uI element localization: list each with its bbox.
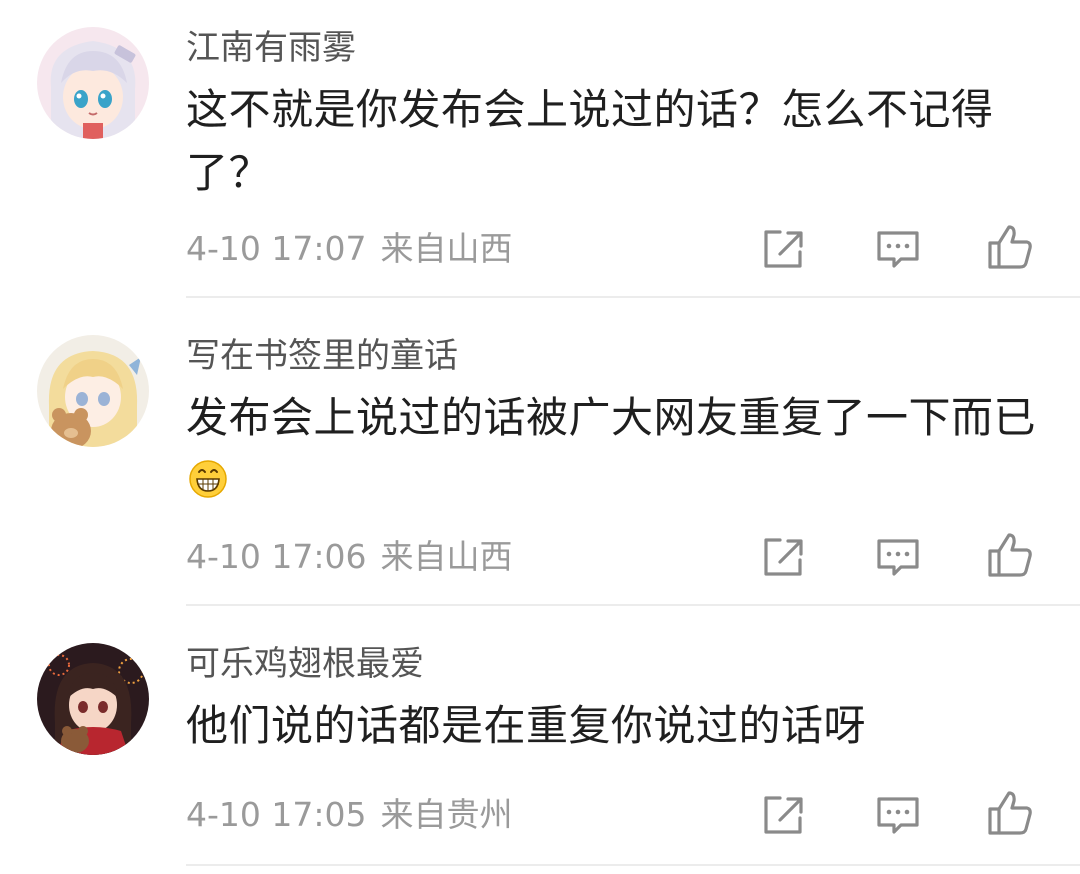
like-icon	[988, 225, 1032, 269]
anime-girl-avatar-icon	[37, 643, 149, 755]
like-button[interactable]	[985, 222, 1035, 272]
avatar[interactable]	[37, 335, 149, 447]
comment-time: 4-10 17:05	[186, 795, 367, 834]
anime-girl-avatar-icon	[37, 335, 149, 447]
comment-username[interactable]: 写在书签里的童话	[186, 336, 458, 376]
comment-item: 写在书签里的童话 发布会上说过的话被广大网友重复了一下而已 4-10 17:06…	[0, 298, 1080, 606]
comment-meta: 4-10 17:07 来自山西	[186, 229, 513, 269]
like-icon	[988, 791, 1032, 835]
comment-time: 4-10 17:07	[186, 229, 367, 268]
share-icon	[764, 538, 803, 576]
anime-girl-avatar-icon	[37, 27, 149, 139]
comment-meta: 4-10 17:05 来自贵州	[186, 795, 513, 835]
reply-icon	[877, 797, 919, 834]
share-icon	[764, 796, 803, 834]
avatar[interactable]	[37, 27, 149, 139]
comment-time: 4-10 17:06	[186, 537, 367, 576]
comment-divider	[186, 864, 1080, 866]
reply-button[interactable]	[873, 532, 923, 582]
like-icon	[988, 533, 1032, 577]
comment-text-content: 这不就是你发布会上说过的话？怎么不记得了？	[186, 85, 994, 197]
grinning-face-emoji-icon	[189, 460, 227, 498]
share-icon	[764, 230, 803, 268]
like-button[interactable]	[985, 788, 1035, 838]
comment-text: 发布会上说过的话被广大网友重复了一下而已	[186, 386, 1046, 512]
comment-username[interactable]: 江南有雨雾	[186, 28, 356, 68]
like-button[interactable]	[985, 530, 1035, 580]
reply-icon	[877, 539, 919, 576]
comment-username[interactable]: 可乐鸡翅根最爱	[186, 644, 424, 684]
comment-location: 来自山西	[380, 229, 513, 268]
reply-button[interactable]	[873, 790, 923, 840]
share-button[interactable]	[758, 532, 808, 582]
reply-button[interactable]	[873, 224, 923, 274]
comment-text: 他们说的话都是在重复你说过的话呀	[186, 694, 1046, 757]
comment-location: 来自贵州	[380, 795, 513, 834]
comment-location: 来自山西	[380, 537, 513, 576]
comment-text-content: 发布会上说过的话被广大网友重复了一下而已	[186, 393, 1037, 442]
reply-icon	[877, 231, 919, 268]
comment-meta: 4-10 17:06 来自山西	[186, 537, 513, 577]
share-button[interactable]	[758, 224, 808, 274]
share-button[interactable]	[758, 790, 808, 840]
avatar[interactable]	[37, 643, 149, 755]
comment-item: 江南有雨雾 这不就是你发布会上说过的话？怎么不记得了？ 4-10 17:07 来自…	[0, 0, 1080, 298]
comment-item: 可乐鸡翅根最爱 他们说的话都是在重复你说过的话呀 4-10 17:05 来自贵州	[0, 606, 1080, 874]
comment-text: 这不就是你发布会上说过的话？怎么不记得了？	[186, 78, 1046, 204]
comment-text-content: 他们说的话都是在重复你说过的话呀	[186, 701, 867, 750]
